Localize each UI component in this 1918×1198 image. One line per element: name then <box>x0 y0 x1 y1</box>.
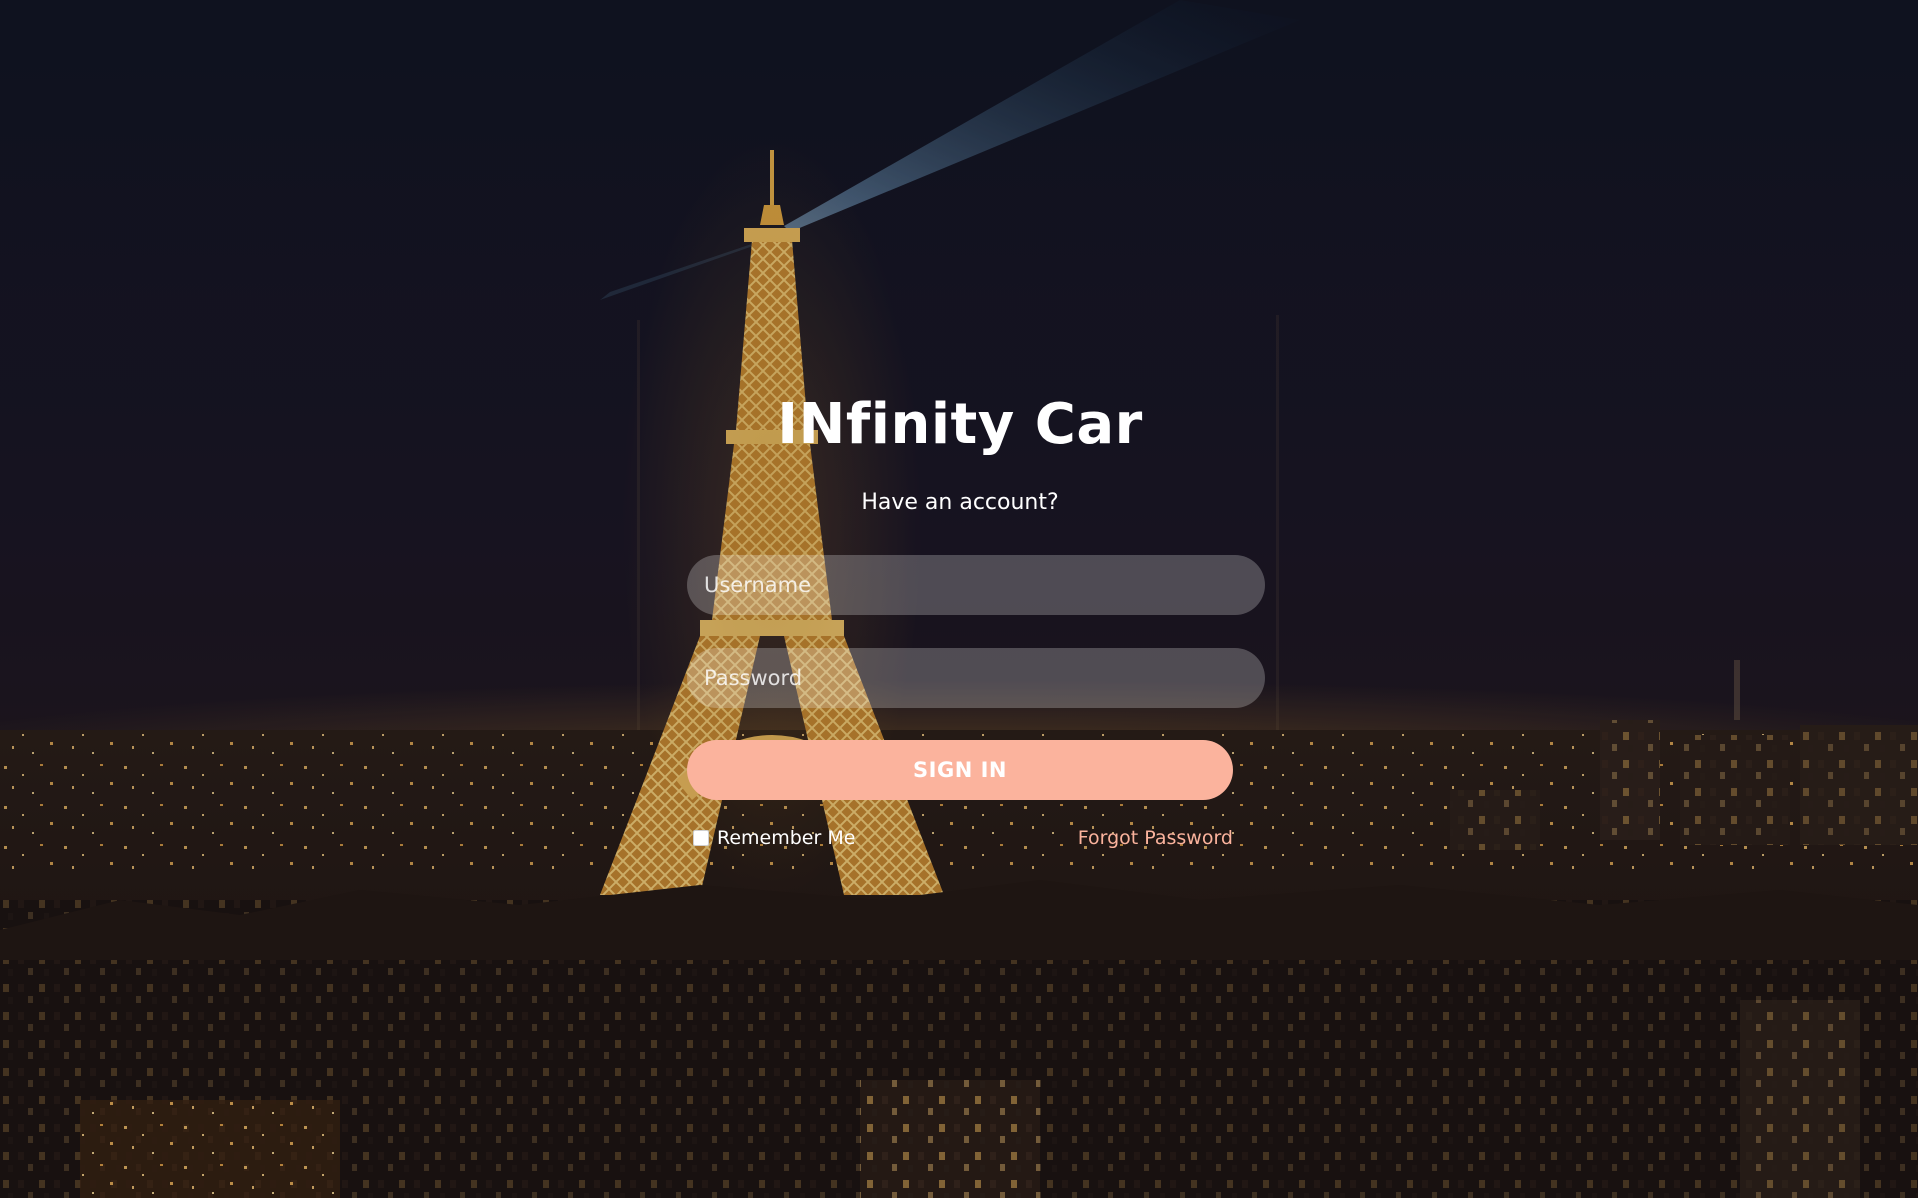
password-input[interactable] <box>687 648 1265 708</box>
login-form: INfinity Car Have an account? SIGN IN Re… <box>687 380 1265 860</box>
username-input[interactable] <box>687 555 1265 615</box>
forgot-password-link[interactable]: Forgot Password <box>1078 825 1233 851</box>
sign-in-button[interactable]: SIGN IN <box>687 740 1233 800</box>
app-title: INfinity Car <box>777 392 1143 457</box>
form-subtitle: Have an account? <box>861 490 1059 515</box>
login-page: INfinity Car Have an account? SIGN IN Re… <box>0 0 1918 1198</box>
remember-me-checkbox[interactable] <box>693 830 709 846</box>
remember-me-label: Remember Me <box>717 827 856 849</box>
remember-me-option[interactable]: Remember Me <box>693 825 855 851</box>
